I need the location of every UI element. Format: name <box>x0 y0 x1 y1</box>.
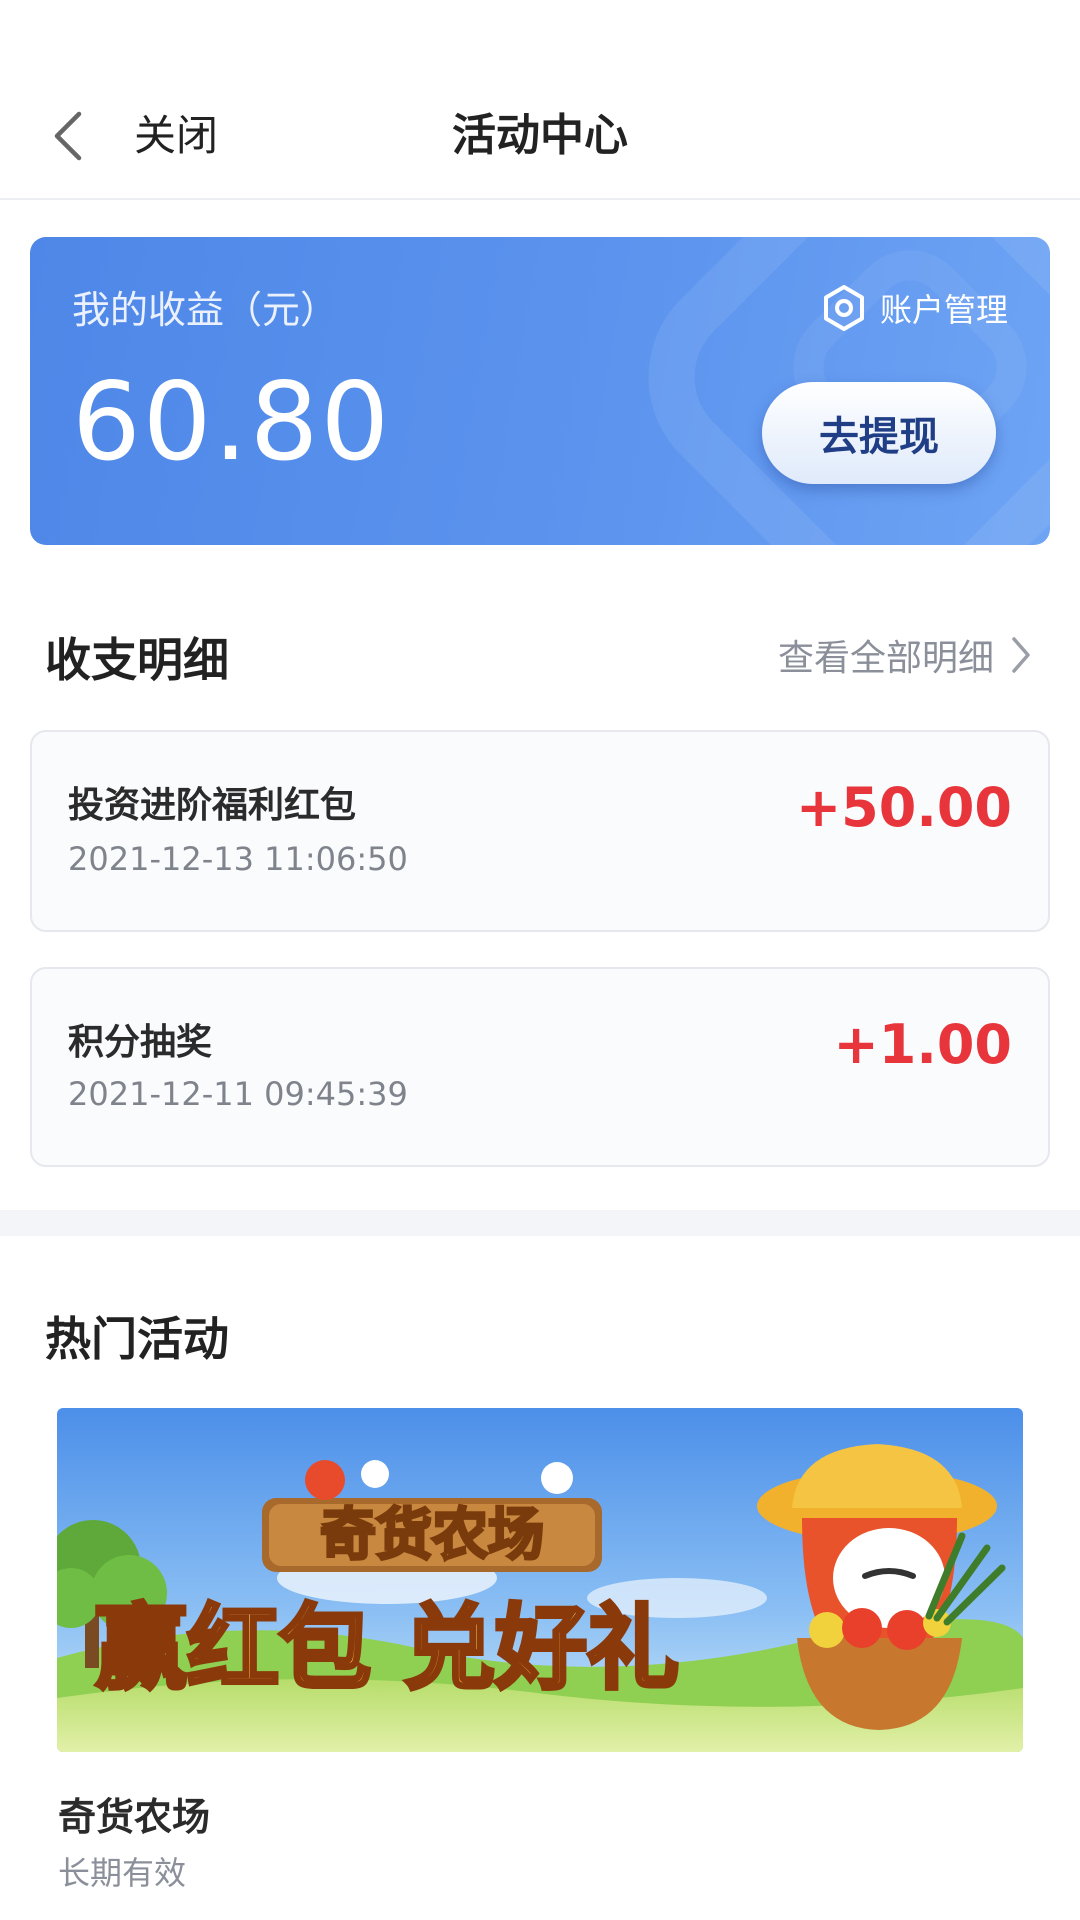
transaction-item[interactable]: 投资进阶福利红包 2021-12-13 11:06:50 +50.00 <box>30 730 1050 932</box>
banner-logo-text: 奇货农场 <box>320 1503 544 1568</box>
section-divider <box>0 1210 1080 1236</box>
earnings-amount: 60.80 <box>72 360 392 485</box>
view-all-details-link[interactable]: 查看全部明细 <box>778 630 1032 680</box>
chevron-right-icon <box>1012 637 1030 673</box>
page-title: 活动中心 <box>452 110 628 161</box>
hexagon-settings-icon <box>823 285 864 331</box>
view-all-label: 查看全部明细 <box>777 638 994 679</box>
transaction-item[interactable]: 积分抽奖 2021-12-11 09:45:39 +1.00 <box>30 967 1050 1167</box>
transaction-time: 2021-12-13 11:06:50 <box>68 840 408 878</box>
transaction-amount: +1.00 <box>833 1013 1012 1076</box>
transaction-name: 投资进阶福利红包 <box>68 785 357 826</box>
transaction-time: 2021-12-11 09:45:39 <box>68 1075 408 1113</box>
navbar: 关闭 活动中心 <box>0 0 1080 200</box>
banner-illustration: 奇货农场 赢红包 兑好礼 <box>57 1408 1023 1752</box>
earnings-card: 我的收益（元） 60.80 账户管理 去提现 <box>30 237 1050 545</box>
earnings-label: 我的收益（元） <box>72 288 339 332</box>
activity-banner[interactable]: 奇货农场 赢红包 兑好礼 <box>57 1408 1023 1752</box>
account-management-label: 账户管理 <box>879 291 1008 329</box>
activity-center-page: 关闭 活动中心 我的收益（元） 60.80 账户管理 去提现 收支明细 查看全部… <box>0 0 1080 1920</box>
withdraw-button[interactable]: 去提现 <box>762 382 996 484</box>
account-management-link[interactable]: 账户管理 <box>822 281 1008 335</box>
activity-validity: 长期有效 <box>58 1854 187 1892</box>
transaction-amount: +50.00 <box>795 776 1012 839</box>
banner-slogan: 赢红包 兑好礼 <box>95 1595 679 1702</box>
details-section-title: 收支明细 <box>45 633 229 687</box>
transaction-name: 积分抽奖 <box>68 1022 213 1063</box>
hot-activities-title: 热门活动 <box>45 1312 229 1366</box>
activity-name: 奇货农场 <box>58 1795 211 1839</box>
